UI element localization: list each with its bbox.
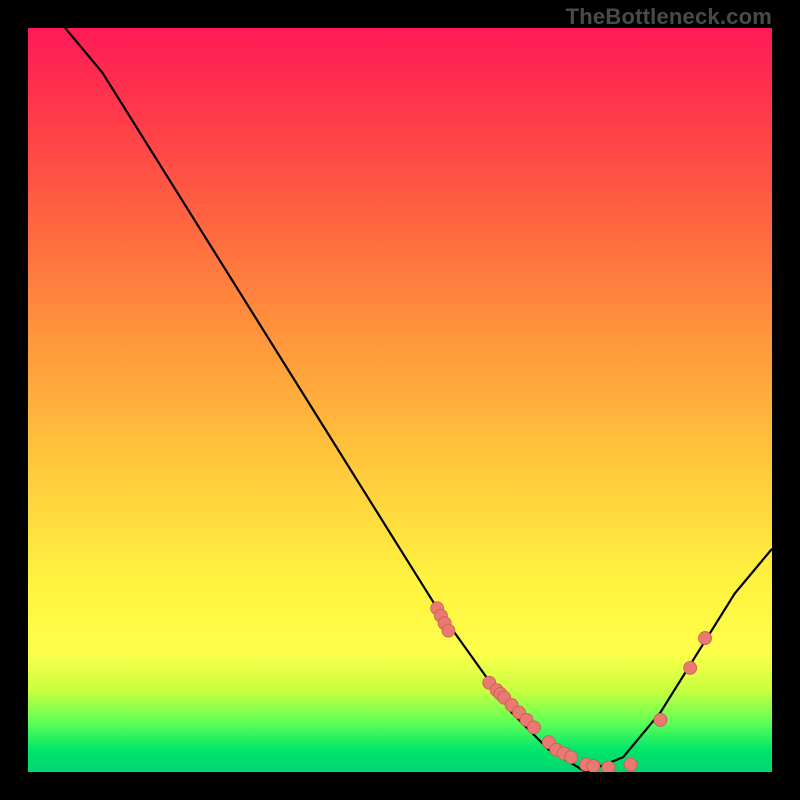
chart-frame: TheBottleneck.com: [0, 0, 800, 800]
data-points: [431, 602, 712, 772]
watermark-text: TheBottleneck.com: [566, 4, 772, 30]
data-point: [442, 624, 455, 637]
chart-svg: [28, 28, 772, 772]
data-point: [587, 760, 600, 772]
bottleneck-curve: [65, 28, 772, 772]
data-point: [602, 761, 615, 772]
data-point: [654, 713, 667, 726]
data-point: [684, 661, 697, 674]
data-point: [624, 758, 637, 771]
data-point: [527, 721, 540, 734]
data-point: [699, 632, 712, 645]
plot-area: [28, 28, 772, 772]
data-point: [565, 751, 578, 764]
